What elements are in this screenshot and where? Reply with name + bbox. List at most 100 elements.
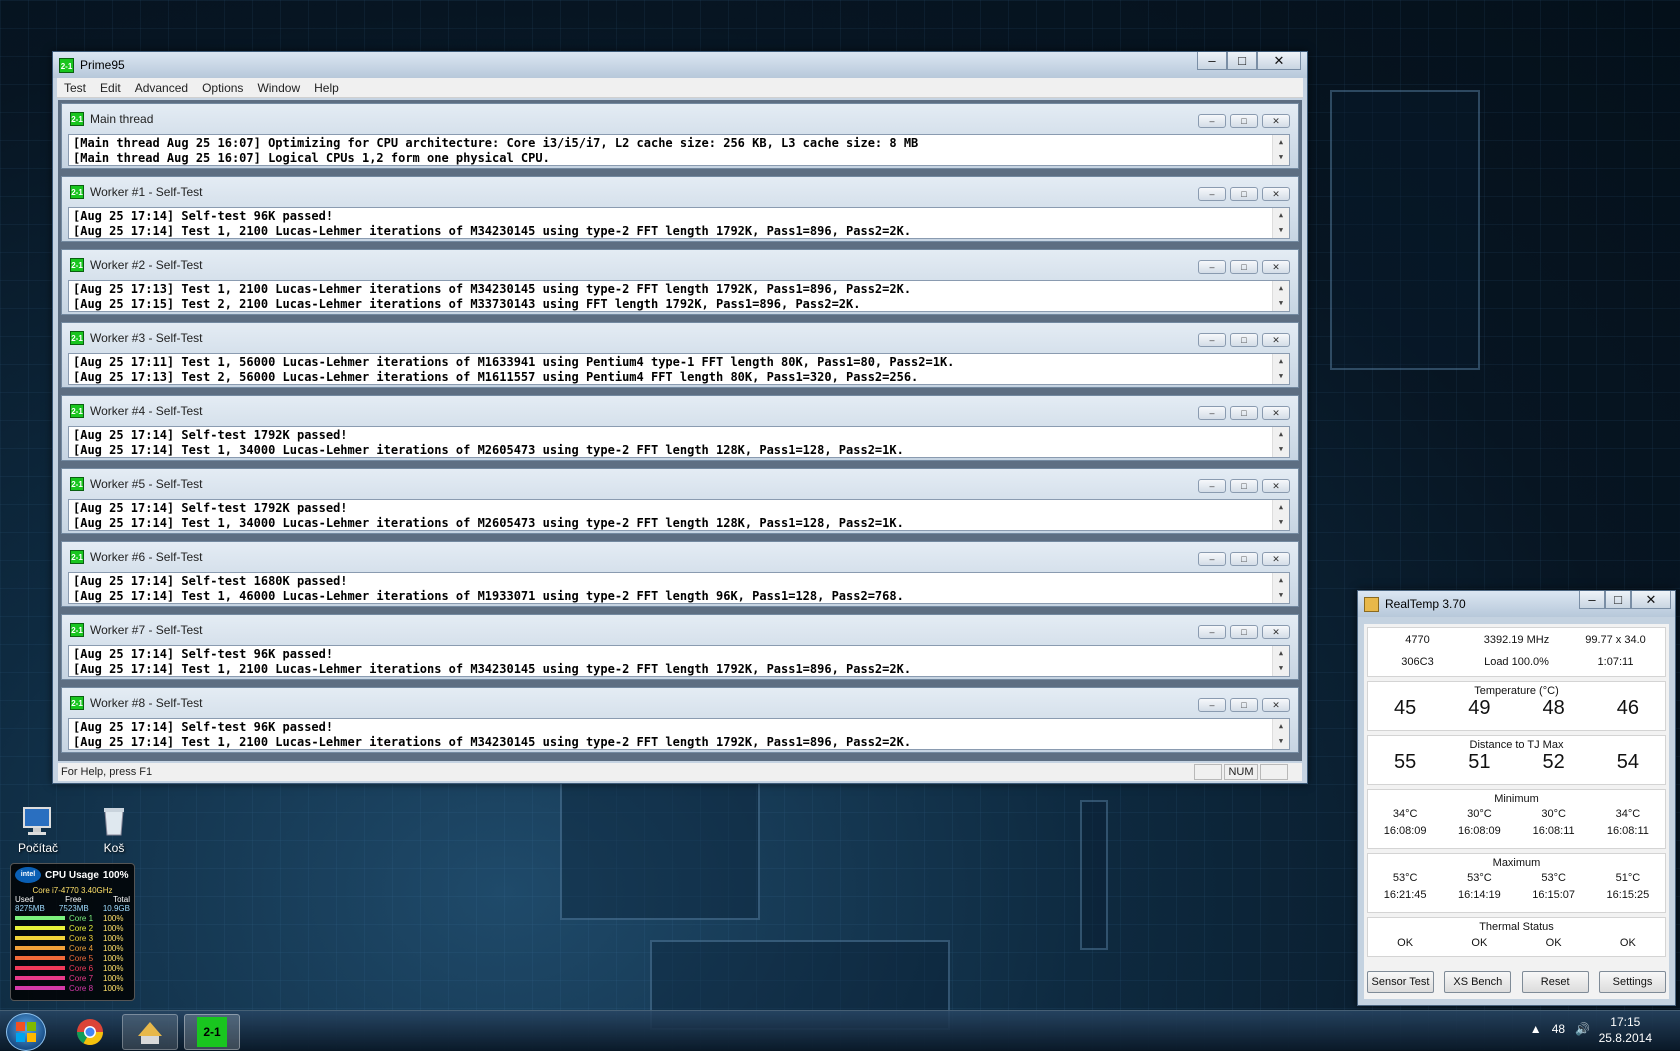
close-button[interactable]: ✕ xyxy=(1262,479,1290,493)
scroll-down-icon[interactable]: ▼ xyxy=(1273,661,1289,676)
maximize-button[interactable]: □ xyxy=(1230,114,1258,128)
close-button[interactable]: ✕ xyxy=(1262,260,1290,274)
close-button[interactable]: ✕ xyxy=(1631,591,1671,609)
child-titlebar[interactable]: 2-1 Worker #6 - Self-Test xyxy=(62,542,1298,572)
maximize-button[interactable]: □ xyxy=(1227,52,1257,70)
prime95-titlebar[interactable]: 2-1 Prime95 xyxy=(53,52,1307,78)
child-titlebar[interactable]: 2-1 Worker #2 - Self-Test xyxy=(62,250,1298,280)
child-titlebar[interactable]: 2-1 Worker #4 - Self-Test xyxy=(62,396,1298,426)
scroll-down-icon[interactable]: ▼ xyxy=(1273,369,1289,384)
scrollbar[interactable]: ▲ ▼ xyxy=(1272,135,1289,165)
close-button[interactable]: ✕ xyxy=(1257,52,1301,70)
scroll-up-icon[interactable]: ▲ xyxy=(1273,573,1289,588)
tray-arrow-icon[interactable]: ▲ xyxy=(1530,1022,1542,1036)
scrollbar[interactable]: ▲ ▼ xyxy=(1272,719,1289,749)
menu-window[interactable]: Window xyxy=(250,81,307,95)
worker-window[interactable]: 2-1 Worker #1 - Self-Test – □ ✕ [Aug 25 17:14… xyxy=(61,176,1299,242)
scroll-up-icon[interactable]: ▲ xyxy=(1273,281,1289,296)
scroll-down-icon[interactable]: ▼ xyxy=(1273,515,1289,530)
menu-options[interactable]: Options xyxy=(195,81,250,95)
minimize-button[interactable]: – xyxy=(1198,406,1226,420)
sensor-test-button[interactable]: Sensor Test xyxy=(1367,971,1434,993)
log-output[interactable]: [Aug 25 17:14] Self-test 96K passed! [Aug… xyxy=(68,718,1290,750)
close-button[interactable]: ✕ xyxy=(1262,625,1290,639)
log-output[interactable]: [Aug 25 17:11] Test 1, 56000 Lucas-Lehme… xyxy=(68,353,1290,385)
minimize-button[interactable]: – xyxy=(1198,333,1226,347)
maximize-button[interactable]: □ xyxy=(1230,333,1258,347)
volume-icon[interactable]: 🔊 xyxy=(1575,1022,1590,1036)
scroll-down-icon[interactable]: ▼ xyxy=(1273,734,1289,749)
child-titlebar[interactable]: 2-1 Worker #8 - Self-Test xyxy=(62,688,1298,718)
menu-help[interactable]: Help xyxy=(307,81,346,95)
main-thread-window[interactable]: 2-1 Main thread – □ ✕ [Main thread Aug 25 16:… xyxy=(61,103,1299,169)
close-button[interactable]: ✕ xyxy=(1262,698,1290,712)
maximize-button[interactable]: □ xyxy=(1605,591,1631,609)
log-output[interactable]: [Aug 25 17:14] Self-test 1792K passed! [A… xyxy=(68,426,1290,458)
log-output[interactable]: [Aug 25 17:13] Test 1, 2100 Lucas-Lehmer… xyxy=(68,280,1290,312)
child-titlebar[interactable]: 2-1 Worker #5 - Self-Test xyxy=(62,469,1298,499)
worker-window[interactable]: 2-1 Worker #4 - Self-Test – □ ✕ [Aug 25 17:14… xyxy=(61,395,1299,461)
scroll-up-icon[interactable]: ▲ xyxy=(1273,427,1289,442)
close-button[interactable]: ✕ xyxy=(1262,187,1290,201)
menu-test[interactable]: Test xyxy=(57,81,93,95)
minimize-button[interactable]: – xyxy=(1198,260,1226,274)
scroll-down-icon[interactable]: ▼ xyxy=(1273,150,1289,165)
worker-window[interactable]: 2-1 Worker #8 - Self-Test – □ ✕ [Aug 25 17:14… xyxy=(61,687,1299,753)
scrollbar[interactable]: ▲ ▼ xyxy=(1272,281,1289,311)
close-button[interactable]: ✕ xyxy=(1262,406,1290,420)
worker-window[interactable]: 2-1 Worker #7 - Self-Test – □ ✕ [Aug 25 17:14… xyxy=(61,614,1299,680)
clock[interactable]: 17:15 25.8.2014 xyxy=(1599,1014,1652,1046)
taskbar-prime95[interactable]: 2-1 xyxy=(184,1014,240,1050)
scroll-up-icon[interactable]: ▲ xyxy=(1273,354,1289,369)
scroll-down-icon[interactable]: ▼ xyxy=(1273,588,1289,603)
reset-button[interactable]: Reset xyxy=(1521,971,1589,993)
child-titlebar[interactable]: 2-1 Main thread xyxy=(62,104,1298,134)
desktop-icon-computer[interactable]: Počítač xyxy=(8,805,68,855)
log-output[interactable]: [Aug 25 17:14] Self-test 1680K passed! [A… xyxy=(68,572,1290,604)
taskbar-realtemp[interactable] xyxy=(122,1014,178,1050)
scrollbar[interactable]: ▲ ▼ xyxy=(1272,354,1289,384)
start-button[interactable] xyxy=(6,1013,46,1051)
scrollbar[interactable]: ▲ ▼ xyxy=(1272,208,1289,238)
child-titlebar[interactable]: 2-1 Worker #1 - Self-Test xyxy=(62,177,1298,207)
scroll-down-icon[interactable]: ▼ xyxy=(1273,223,1289,238)
minimize-button[interactable]: – xyxy=(1198,114,1226,128)
minimize-button[interactable]: – xyxy=(1198,698,1226,712)
maximize-button[interactable]: □ xyxy=(1230,625,1258,639)
maximize-button[interactable]: □ xyxy=(1230,406,1258,420)
maximize-button[interactable]: □ xyxy=(1230,552,1258,566)
close-button[interactable]: ✕ xyxy=(1262,552,1290,566)
maximize-button[interactable]: □ xyxy=(1230,698,1258,712)
log-output[interactable]: [Aug 25 17:14] Self-test 1792K passed! [A… xyxy=(68,499,1290,531)
taskbar-chrome[interactable] xyxy=(62,1014,118,1050)
menu-edit[interactable]: Edit xyxy=(93,81,128,95)
maximize-button[interactable]: □ xyxy=(1230,187,1258,201)
minimize-button[interactable]: – xyxy=(1198,552,1226,566)
child-titlebar[interactable]: 2-1 Worker #3 - Self-Test xyxy=(62,323,1298,353)
minimize-button[interactable]: – xyxy=(1197,52,1227,70)
minimize-button[interactable]: – xyxy=(1198,625,1226,639)
child-titlebar[interactable]: 2-1 Worker #7 - Self-Test xyxy=(62,615,1298,645)
settings-button[interactable]: Settings xyxy=(1598,971,1666,993)
scrollbar[interactable]: ▲ ▼ xyxy=(1272,500,1289,530)
scroll-up-icon[interactable]: ▲ xyxy=(1273,135,1289,150)
scroll-down-icon[interactable]: ▼ xyxy=(1273,442,1289,457)
xs-bench-button[interactable]: XS Bench xyxy=(1444,971,1512,993)
scroll-up-icon[interactable]: ▲ xyxy=(1273,646,1289,661)
menu-advanced[interactable]: Advanced xyxy=(128,81,195,95)
maximize-button[interactable]: □ xyxy=(1230,260,1258,274)
close-button[interactable]: ✕ xyxy=(1262,114,1290,128)
worker-window[interactable]: 2-1 Worker #6 - Self-Test – □ ✕ [Aug 25 17:14… xyxy=(61,541,1299,607)
minimize-button[interactable]: – xyxy=(1579,591,1605,609)
log-output[interactable]: [Aug 25 17:14] Self-test 96K passed! [Aug… xyxy=(68,207,1290,239)
scrollbar[interactable]: ▲ ▼ xyxy=(1272,573,1289,603)
scrollbar[interactable]: ▲ ▼ xyxy=(1272,646,1289,676)
scrollbar[interactable]: ▲ ▼ xyxy=(1272,427,1289,457)
maximize-button[interactable]: □ xyxy=(1230,479,1258,493)
worker-window[interactable]: 2-1 Worker #3 - Self-Test – □ ✕ [Aug 25 17:11… xyxy=(61,322,1299,388)
scroll-down-icon[interactable]: ▼ xyxy=(1273,296,1289,311)
minimize-button[interactable]: – xyxy=(1198,187,1226,201)
tray-temperature[interactable]: 48 xyxy=(1552,1022,1565,1036)
close-button[interactable]: ✕ xyxy=(1262,333,1290,347)
minimize-button[interactable]: – xyxy=(1198,479,1226,493)
